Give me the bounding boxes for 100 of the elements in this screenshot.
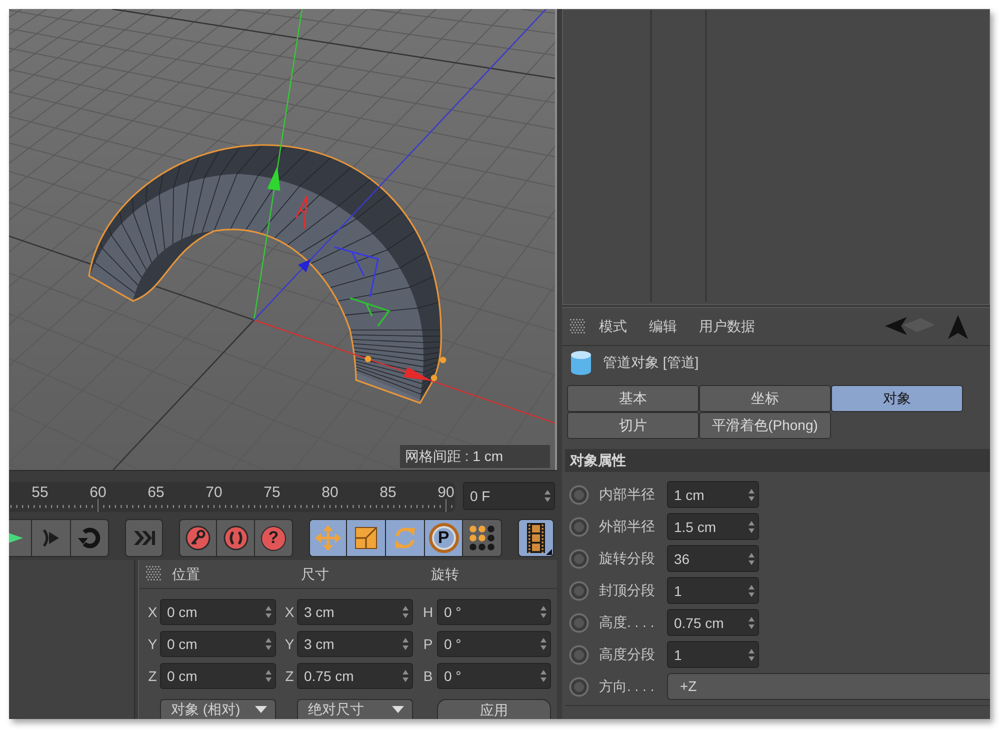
- points-mode-button[interactable]: [463, 519, 502, 557]
- axis-label: H: [422, 602, 434, 622]
- radio-button-icon[interactable]: [569, 580, 589, 600]
- axis-label: Y: [284, 634, 296, 654]
- rotate-tool-button[interactable]: [386, 519, 425, 557]
- go-to-end-button[interactable]: [125, 519, 163, 557]
- viewport-background[interactable]: 网格间距 : 1 cm: [9, 9, 557, 470]
- value-field[interactable]: 0 °: [437, 631, 551, 657]
- frame-number: 55: [32, 484, 48, 501]
- handle-point[interactable]: [430, 374, 438, 382]
- axis-handle-icon[interactable]: [295, 195, 308, 230]
- radio-button-icon[interactable]: [569, 516, 589, 536]
- pipe-model-drawing[interactable]: [88, 144, 442, 404]
- spinner-icon[interactable]: [748, 584, 755, 598]
- axis-label: P: [422, 634, 434, 654]
- spinner-icon[interactable]: [265, 669, 272, 683]
- grid-spacing-label: 网格间距 : 1 cm: [400, 445, 550, 468]
- y-axis-arrow[interactable]: [253, 9, 303, 320]
- spinner-icon[interactable]: [544, 489, 551, 503]
- menu-item[interactable]: 编辑: [649, 316, 677, 337]
- frame-number: 65: [148, 484, 164, 501]
- rotate-icon: [392, 525, 418, 551]
- radio-button-icon[interactable]: [569, 548, 589, 568]
- attribute-tab[interactable]: 坐标: [699, 385, 831, 412]
- handle-point[interactable]: [440, 356, 446, 364]
- menu-item[interactable]: 用户数据: [699, 316, 755, 337]
- axis-handle-icon[interactable]: [333, 246, 379, 298]
- value-field[interactable]: 0 cm: [160, 631, 276, 657]
- spinner-icon[interactable]: [402, 605, 409, 619]
- property-label: 封顶分段: [599, 581, 656, 600]
- loop-icon: [76, 525, 102, 551]
- value-field[interactable]: 0 °: [437, 599, 551, 625]
- grip-icon[interactable]: [570, 318, 586, 334]
- autokey-button[interactable]: [217, 519, 255, 557]
- attribute-tab[interactable]: 切片: [567, 412, 699, 439]
- scale-tool-button[interactable]: [347, 519, 386, 557]
- menu-item[interactable]: 模式: [599, 316, 627, 337]
- spinner-icon[interactable]: [748, 616, 755, 630]
- spinner-icon[interactable]: [748, 648, 755, 662]
- radio-button-icon[interactable]: [569, 484, 589, 504]
- play-button[interactable]: [9, 519, 32, 557]
- corner-triangle-icon: [546, 549, 552, 555]
- dots-grid-icon: [469, 525, 495, 551]
- loop-button[interactable]: [71, 519, 109, 557]
- value-field[interactable]: 1.5 cm: [667, 513, 759, 540]
- key-icon: [185, 525, 211, 551]
- value-field[interactable]: 0.75 cm: [297, 663, 413, 689]
- value-field[interactable]: 3 cm: [297, 631, 413, 657]
- property-label: 旋转分段: [599, 549, 656, 568]
- spinner-icon[interactable]: [748, 552, 755, 566]
- value-field[interactable]: 36: [667, 545, 759, 572]
- direction-dropdown[interactable]: +Z: [667, 673, 990, 700]
- spinner-icon[interactable]: [748, 488, 755, 502]
- parameter-tool-button[interactable]: P: [425, 519, 463, 557]
- frame-number: 60: [90, 484, 106, 501]
- value-field[interactable]: 1 cm: [667, 481, 759, 508]
- value-field[interactable]: 0 cm: [160, 599, 276, 625]
- value-field[interactable]: 0.75 cm: [667, 609, 759, 636]
- radio-button-icon[interactable]: [569, 644, 589, 664]
- value-field[interactable]: 1: [667, 577, 759, 604]
- value-field[interactable]: 0 °: [437, 663, 551, 689]
- size-mode-dropdown[interactable]: 绝对尺寸: [297, 699, 413, 719]
- spinner-icon[interactable]: [265, 637, 272, 651]
- column-header: 尺寸: [301, 564, 329, 584]
- axis-label: Z: [147, 666, 158, 686]
- radio-button-icon[interactable]: [569, 676, 589, 696]
- object-title: 管道对象 [管道]: [603, 353, 699, 372]
- help-button[interactable]: ?: [255, 519, 293, 557]
- coordinate-mode-dropdown[interactable]: 对象 (相对): [160, 699, 276, 719]
- timeline-ruler[interactable]: 55 60 65 70 75 80 85 90: [9, 482, 455, 512]
- z-axis-arrow[interactable]: [254, 9, 547, 320]
- spinner-icon[interactable]: [265, 605, 272, 619]
- timeline-button[interactable]: [518, 519, 554, 557]
- axis-label: Z: [284, 666, 295, 686]
- cylinder-icon: [570, 350, 592, 376]
- record-key-button[interactable]: [179, 519, 217, 557]
- value-field[interactable]: 0 cm: [160, 663, 276, 689]
- spinner-icon[interactable]: [748, 520, 755, 534]
- apply-button[interactable]: 应用: [437, 699, 551, 719]
- move-tool-button[interactable]: [309, 519, 347, 557]
- spinner-icon[interactable]: [540, 637, 547, 651]
- attribute-tab[interactable]: 对象: [831, 385, 963, 412]
- spinner-icon[interactable]: [402, 669, 409, 683]
- frame-number: 80: [322, 484, 338, 501]
- caret-icon: [392, 706, 404, 713]
- handle-point[interactable]: [364, 356, 372, 362]
- spinner-icon[interactable]: [540, 605, 547, 619]
- grip-icon[interactable]: [146, 566, 162, 582]
- axis-handle-icon[interactable]: [349, 297, 390, 327]
- frame-field[interactable]: 0 F: [463, 482, 555, 510]
- attribute-tab[interactable]: 平滑着色(Phong): [699, 412, 831, 439]
- scale-icon: [354, 526, 378, 550]
- spinner-icon[interactable]: [402, 637, 409, 651]
- next-frame-icon: [41, 527, 61, 549]
- value-field[interactable]: 1: [667, 641, 759, 668]
- attribute-tab[interactable]: 基本: [567, 385, 699, 412]
- value-field[interactable]: 3 cm: [297, 599, 413, 625]
- film-strip-icon: [527, 523, 545, 553]
- radio-button-icon[interactable]: [569, 612, 589, 632]
- spinner-icon[interactable]: [540, 669, 547, 683]
